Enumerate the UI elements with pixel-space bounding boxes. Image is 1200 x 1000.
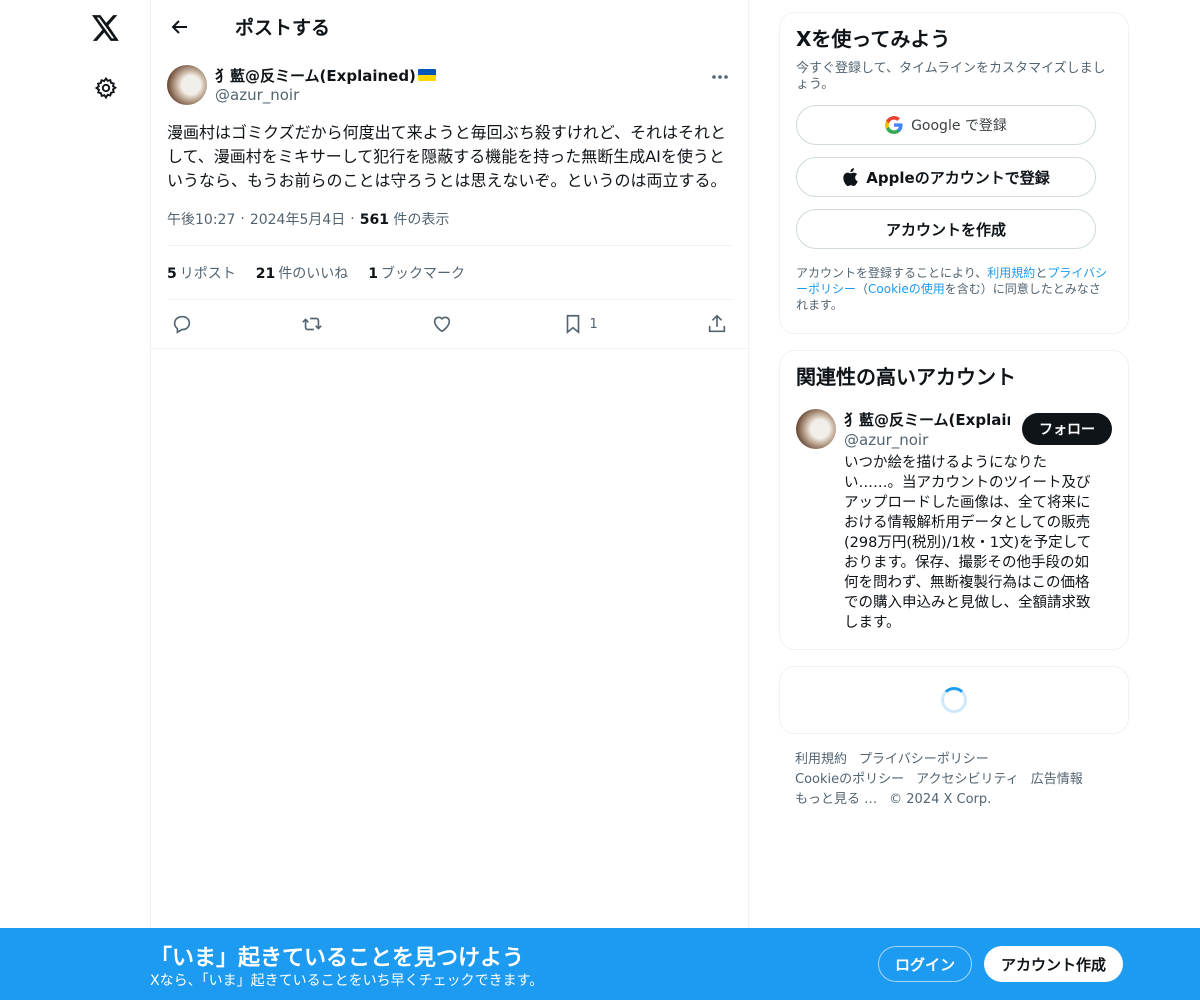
bookmark-action-count: 1 <box>589 316 598 332</box>
bottombar-subtitle: Xなら、「いま」起きていることをいち早くチェックできます。 <box>150 973 544 989</box>
bottom-signup-bar: 「いま」起きていることを見つけよう Xなら、「いま」起きていることをいち早くチェ… <box>0 928 1200 1000</box>
signup-legal-text: アカウントを登録することにより、利用規約とプライバシーポリシー（Cookieの使… <box>796 265 1112 313</box>
footer-accessibility-link[interactable]: アクセシビリティ <box>916 772 1019 787</box>
reposts-count: 5 <box>167 265 177 282</box>
meta-separator: · <box>240 211 245 227</box>
google-signup-label: Google で登録 <box>911 118 1007 134</box>
google-logo-icon <box>885 116 903 134</box>
footer-cookie-link[interactable]: Cookieのポリシー <box>795 772 904 787</box>
loading-card <box>779 666 1129 734</box>
likes-stat[interactable]: 21 件のいいね <box>256 263 348 283</box>
related-title: 関連性の高いアカウント <box>796 365 1016 389</box>
footer-more-link[interactable]: もっと見る … <box>795 792 877 807</box>
bottombar-title: 「いま」起きていることを見つけよう <box>150 946 525 971</box>
author-info: 犭藍@反ミーム(Explained) @azur_noir <box>215 65 710 104</box>
bookmarks-label: ブックマーク <box>380 265 465 282</box>
arrow-left-icon <box>171 19 187 34</box>
reposts-stat[interactable]: 5 リポスト <box>167 263 236 283</box>
repost-button[interactable] <box>301 313 323 335</box>
footer-privacy-link[interactable]: プライバシーポリシー <box>859 752 989 767</box>
views-label: 件の表示 <box>393 212 450 228</box>
loading-spinner-icon <box>941 687 967 713</box>
divider <box>151 348 748 349</box>
main-column: ポストする 犭藍@反ミーム(Explained) @azur_noir 漫画村は… <box>150 0 749 1000</box>
post-author-row: 犭藍@反ミーム(Explained) @azur_noir <box>167 65 732 109</box>
post: 犭藍@反ミーム(Explained) @azur_noir 漫画村はゴミクズだか… <box>151 65 748 348</box>
x-logo-icon[interactable] <box>86 8 126 48</box>
post-time[interactable]: 午後10:27 <box>167 209 235 229</box>
like-button[interactable] <box>431 313 453 335</box>
reposts-label: リポスト <box>179 265 236 282</box>
login-button[interactable]: ログイン <box>878 946 972 982</box>
footer-links: 利用規約 プライバシーポリシー Cookieのポリシー アクセシビリティ 広告情報 も… <box>779 750 1099 810</box>
terms-link[interactable]: 利用規約 <box>987 266 1035 280</box>
avatar[interactable] <box>167 65 207 105</box>
bookmark-icon <box>566 314 579 335</box>
signup-title: Xを使ってみよう <box>796 27 951 51</box>
legal-paren-open: （ <box>856 282 869 296</box>
google-signup-button[interactable]: Google で登録 <box>796 105 1096 145</box>
bookmarks-stat[interactable]: 1 ブックマーク <box>368 263 465 283</box>
related-account-row[interactable]: 犭藍@反ミーム(Explained) @azur_noir いつか絵を描けるよう… <box>796 409 1112 633</box>
more-options-button[interactable] <box>710 67 730 87</box>
signup-button[interactable]: アカウント作成 <box>984 946 1123 982</box>
post-views: 561 件の表示 <box>360 209 450 229</box>
post-text: 漫画村はゴミクズだから何度出て来ようと毎回ぶち殺すけれど、それはそれとして、漫画… <box>167 123 727 190</box>
gear-icon[interactable] <box>86 68 126 108</box>
page-title: ポストする <box>235 17 331 39</box>
footer-terms-link[interactable]: 利用規約 <box>795 752 847 767</box>
author-name-text: 犭藍@反ミーム(Explained) <box>215 66 416 85</box>
footer-ads-link[interactable]: 広告情報 <box>1031 772 1083 787</box>
repost-icon <box>302 317 322 331</box>
bookmark-button[interactable]: 1 <box>562 313 598 335</box>
views-count: 561 <box>359 212 389 228</box>
apple-logo-icon <box>843 168 858 186</box>
left-navigation <box>0 0 150 1000</box>
author-display-name[interactable]: 犭藍@反ミーム(Explained) <box>215 65 710 85</box>
signup-subtitle: 今すぐ登録して、タイムラインをカスタマイズしましょう。 <box>796 61 1106 92</box>
post-stats: 5 リポスト 21 件のいいね 1 ブックマーク <box>167 246 732 299</box>
post-date[interactable]: 2024年5月4日 <box>250 209 345 229</box>
reply-button[interactable] <box>171 313 193 335</box>
heart-icon <box>434 316 451 333</box>
share-icon <box>708 314 726 333</box>
apple-signup-button[interactable]: Appleのアカウントで登録 <box>796 157 1096 197</box>
author-handle[interactable]: @azur_noir <box>215 86 710 104</box>
bookmarks-count: 1 <box>368 265 378 282</box>
page-header: ポストする <box>151 0 748 53</box>
reply-icon <box>173 315 191 334</box>
right-sidebar: Xを使ってみよう 今すぐ登録して、タイムラインをカスタマイズしましょう。 Goo… <box>779 12 1129 810</box>
cookie-link[interactable]: Cookieの使用 <box>868 282 945 296</box>
footer-copyright: © 2024 X Corp. <box>889 792 992 807</box>
meta-separator: · <box>350 211 355 227</box>
more-dots-icon <box>712 75 728 79</box>
likes-label: 件のいいね <box>278 265 349 282</box>
create-account-button[interactable]: アカウントを作成 <box>796 209 1096 249</box>
avatar[interactable] <box>796 409 836 449</box>
legal-and: と <box>1035 266 1048 280</box>
follow-button[interactable]: フォロー <box>1022 413 1112 445</box>
share-button[interactable] <box>706 313 728 335</box>
related-account-name[interactable]: 犭藍@反ミーム(Explained) <box>844 409 1010 429</box>
related-accounts-card: 関連性の高いアカウント 犭藍@反ミーム(Explained) @azur_noi… <box>779 350 1129 650</box>
create-account-label: アカウントを作成 <box>885 220 1006 239</box>
likes-count: 21 <box>255 265 276 282</box>
signup-card: Xを使ってみよう 今すぐ登録して、タイムラインをカスタマイズしましょう。 Goo… <box>779 12 1129 334</box>
related-account-bio: いつか絵を描けるようになりたい……。当アカウントのツイート及びアップロードした画… <box>844 455 1092 631</box>
ukraine-flag-icon <box>417 69 436 81</box>
post-actions: 1 <box>167 300 732 348</box>
post-meta: 午後10:27 · 2024年5月4日 · 561 件の表示 <box>167 209 732 229</box>
legal-prefix: アカウントを登録することにより、 <box>796 266 988 280</box>
apple-signup-label: Appleのアカウントで登録 <box>866 168 1050 187</box>
back-button[interactable] <box>163 10 197 44</box>
